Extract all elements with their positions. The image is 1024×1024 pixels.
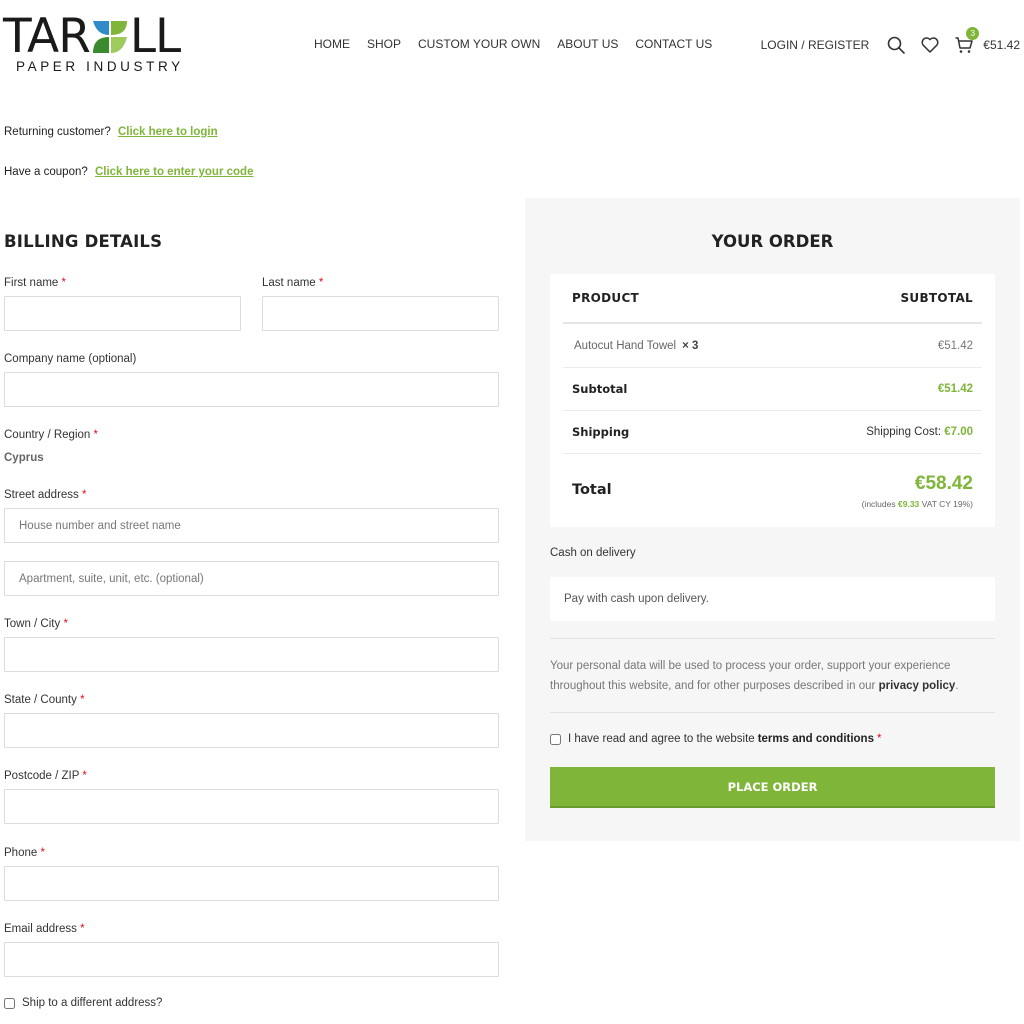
- heart-icon[interactable]: [919, 34, 941, 56]
- last-name-input[interactable]: [262, 296, 499, 331]
- nav-custom-your-own[interactable]: CUSTOM YOUR OWN: [418, 37, 540, 51]
- coupon-notice: Have a coupon? Click here to enter your …: [4, 166, 253, 178]
- returning-customer-text: Returning customer?: [4, 126, 111, 138]
- last-name-label: Last name *: [262, 277, 324, 289]
- site-header: TAR LL PAPER INDUSTRY HOME SHOP CUSTOM YO…: [0, 0, 1024, 90]
- phone-field-group: Phone *: [4, 847, 499, 901]
- last-name-field-group: Last name *: [262, 277, 499, 331]
- enter-coupon-link[interactable]: Click here to enter your code: [95, 166, 254, 178]
- city-label: Town / City *: [4, 618, 68, 630]
- coupon-text: Have a coupon?: [4, 166, 88, 178]
- product-price: €51.42: [937, 339, 973, 352]
- main-nav: HOME SHOP CUSTOM YOUR OWN ABOUT US CONTA…: [314, 37, 729, 51]
- cart-total[interactable]: €51.42: [983, 38, 1020, 52]
- header-actions: LOGIN / REGISTER 3 €51.42: [761, 27, 1024, 60]
- order-review-panel: YOUR ORDER PRODUCT SUBTOTAL Autocut Hand…: [525, 195, 1020, 844]
- first-name-input[interactable]: [4, 296, 241, 331]
- terms-label[interactable]: I have read and agree to the website: [568, 733, 755, 745]
- terms-link[interactable]: terms and conditions: [758, 733, 874, 745]
- total-label: Total: [572, 482, 612, 498]
- phone-label: Phone *: [4, 847, 45, 859]
- ship-different-checkbox[interactable]: [4, 997, 15, 1009]
- logo-text-start: TAR: [3, 9, 91, 64]
- terms-required-mark: *: [876, 733, 882, 745]
- logo-wordmark: TAR LL: [3, 9, 181, 64]
- email-input[interactable]: [4, 942, 499, 977]
- payment-description: Pay with cash upon delivery.: [564, 593, 709, 605]
- payment-description-box: Pay with cash upon delivery.: [550, 577, 995, 621]
- col-product: PRODUCT: [572, 291, 640, 305]
- company-input[interactable]: [4, 372, 499, 407]
- city-input[interactable]: [4, 637, 499, 672]
- order-table-header: PRODUCT SUBTOTAL: [563, 274, 982, 324]
- panel-zigzag-top: [525, 195, 1020, 201]
- panel-zigzag-bottom: [525, 838, 1020, 844]
- email-field-group: Email address *: [4, 923, 499, 977]
- postcode-input[interactable]: [4, 789, 499, 824]
- place-order-button[interactable]: PLACE ORDER: [550, 767, 995, 808]
- ship-different-label[interactable]: Ship to a different address?: [22, 997, 162, 1009]
- logo-tagline: PAPER INDUSTRY: [16, 59, 184, 74]
- login-link[interactable]: Click here to login: [118, 126, 218, 138]
- city-field-group: Town / City *: [4, 618, 499, 672]
- subtotal-row: Subtotal €51.42: [563, 368, 982, 411]
- nav-contact-us[interactable]: CONTACT US: [635, 37, 712, 51]
- email-label: Email address *: [4, 923, 85, 935]
- phone-input[interactable]: [4, 866, 499, 901]
- country-value: Cyprus: [4, 452, 44, 464]
- street-label: Street address *: [4, 489, 87, 501]
- shipping-cost: Shipping Cost: €7.00: [866, 426, 973, 438]
- order-table: PRODUCT SUBTOTAL Autocut Hand Towel × 3 €…: [550, 274, 995, 527]
- logo-text-end: LL: [129, 9, 181, 64]
- cart-icon[interactable]: 3: [953, 27, 980, 56]
- login-register-link[interactable]: LOGIN / REGISTER: [761, 38, 870, 52]
- terms-checkbox[interactable]: [550, 733, 561, 745]
- returning-customer-notice: Returning customer? Click here to login: [4, 126, 218, 138]
- nav-about-us[interactable]: ABOUT US: [557, 37, 618, 51]
- product-name: Autocut Hand Towel × 3: [574, 339, 699, 352]
- company-field-group: Company name (optional): [4, 353, 499, 407]
- ship-different-address: Ship to a different address?: [4, 997, 162, 1009]
- divider: [550, 638, 995, 639]
- first-name-field-group: First name *: [4, 277, 241, 331]
- postcode-field-group: Postcode / ZIP *: [4, 770, 499, 824]
- billing-title: BILLING DETAILS: [4, 232, 163, 251]
- subtotal-value: €51.42: [937, 383, 973, 395]
- street-input[interactable]: [4, 508, 499, 543]
- first-name-label: First name *: [4, 277, 67, 289]
- shipping-label: Shipping: [572, 425, 630, 439]
- col-subtotal: SUBTOTAL: [900, 291, 973, 305]
- privacy-policy-link[interactable]: privacy policy: [879, 680, 956, 692]
- vat-note: (includes €9.33 VAT CY 19%): [861, 499, 973, 509]
- shipping-row: Shipping Shipping Cost: €7.00: [563, 411, 982, 454]
- privacy-notice: Your personal data will be used to proce…: [550, 660, 959, 692]
- nav-home[interactable]: HOME: [314, 37, 350, 51]
- subtotal-label: Subtotal: [572, 382, 628, 396]
- total-row: Total €58.42 (includes €9.33 VAT CY 19%): [563, 454, 982, 526]
- country-label: Country / Region *: [4, 429, 98, 441]
- search-icon[interactable]: [885, 34, 907, 56]
- leaf-icon: [92, 21, 127, 53]
- apartment-input[interactable]: [4, 561, 499, 596]
- billing-details-form: BILLING DETAILS: [4, 232, 499, 251]
- postcode-label: Postcode / ZIP *: [4, 770, 87, 782]
- site-logo[interactable]: TAR LL PAPER INDUSTRY: [3, 12, 223, 78]
- nav-shop[interactable]: SHOP: [367, 37, 401, 51]
- cart-count-badge: 3: [966, 27, 980, 40]
- country-field-group: Country / Region * Cyprus: [4, 429, 499, 464]
- divider: [550, 712, 995, 713]
- street-field-group: Street address *: [4, 489, 499, 596]
- total-value: €58.42: [914, 473, 973, 494]
- product-quantity: × 3: [682, 339, 699, 352]
- state-label: State / County *: [4, 694, 85, 706]
- company-label: Company name (optional): [4, 353, 137, 365]
- table-row: Autocut Hand Towel × 3 €51.42: [563, 324, 982, 368]
- total-value-group: €58.42 (includes €9.33 VAT CY 19%): [862, 471, 973, 509]
- terms-agreement: I have read and agree to the website term…: [550, 733, 881, 745]
- order-title: YOUR ORDER: [711, 232, 834, 251]
- payment-method-label[interactable]: Cash on delivery: [550, 547, 636, 559]
- state-input[interactable]: [4, 713, 499, 748]
- state-field-group: State / County *: [4, 694, 499, 748]
